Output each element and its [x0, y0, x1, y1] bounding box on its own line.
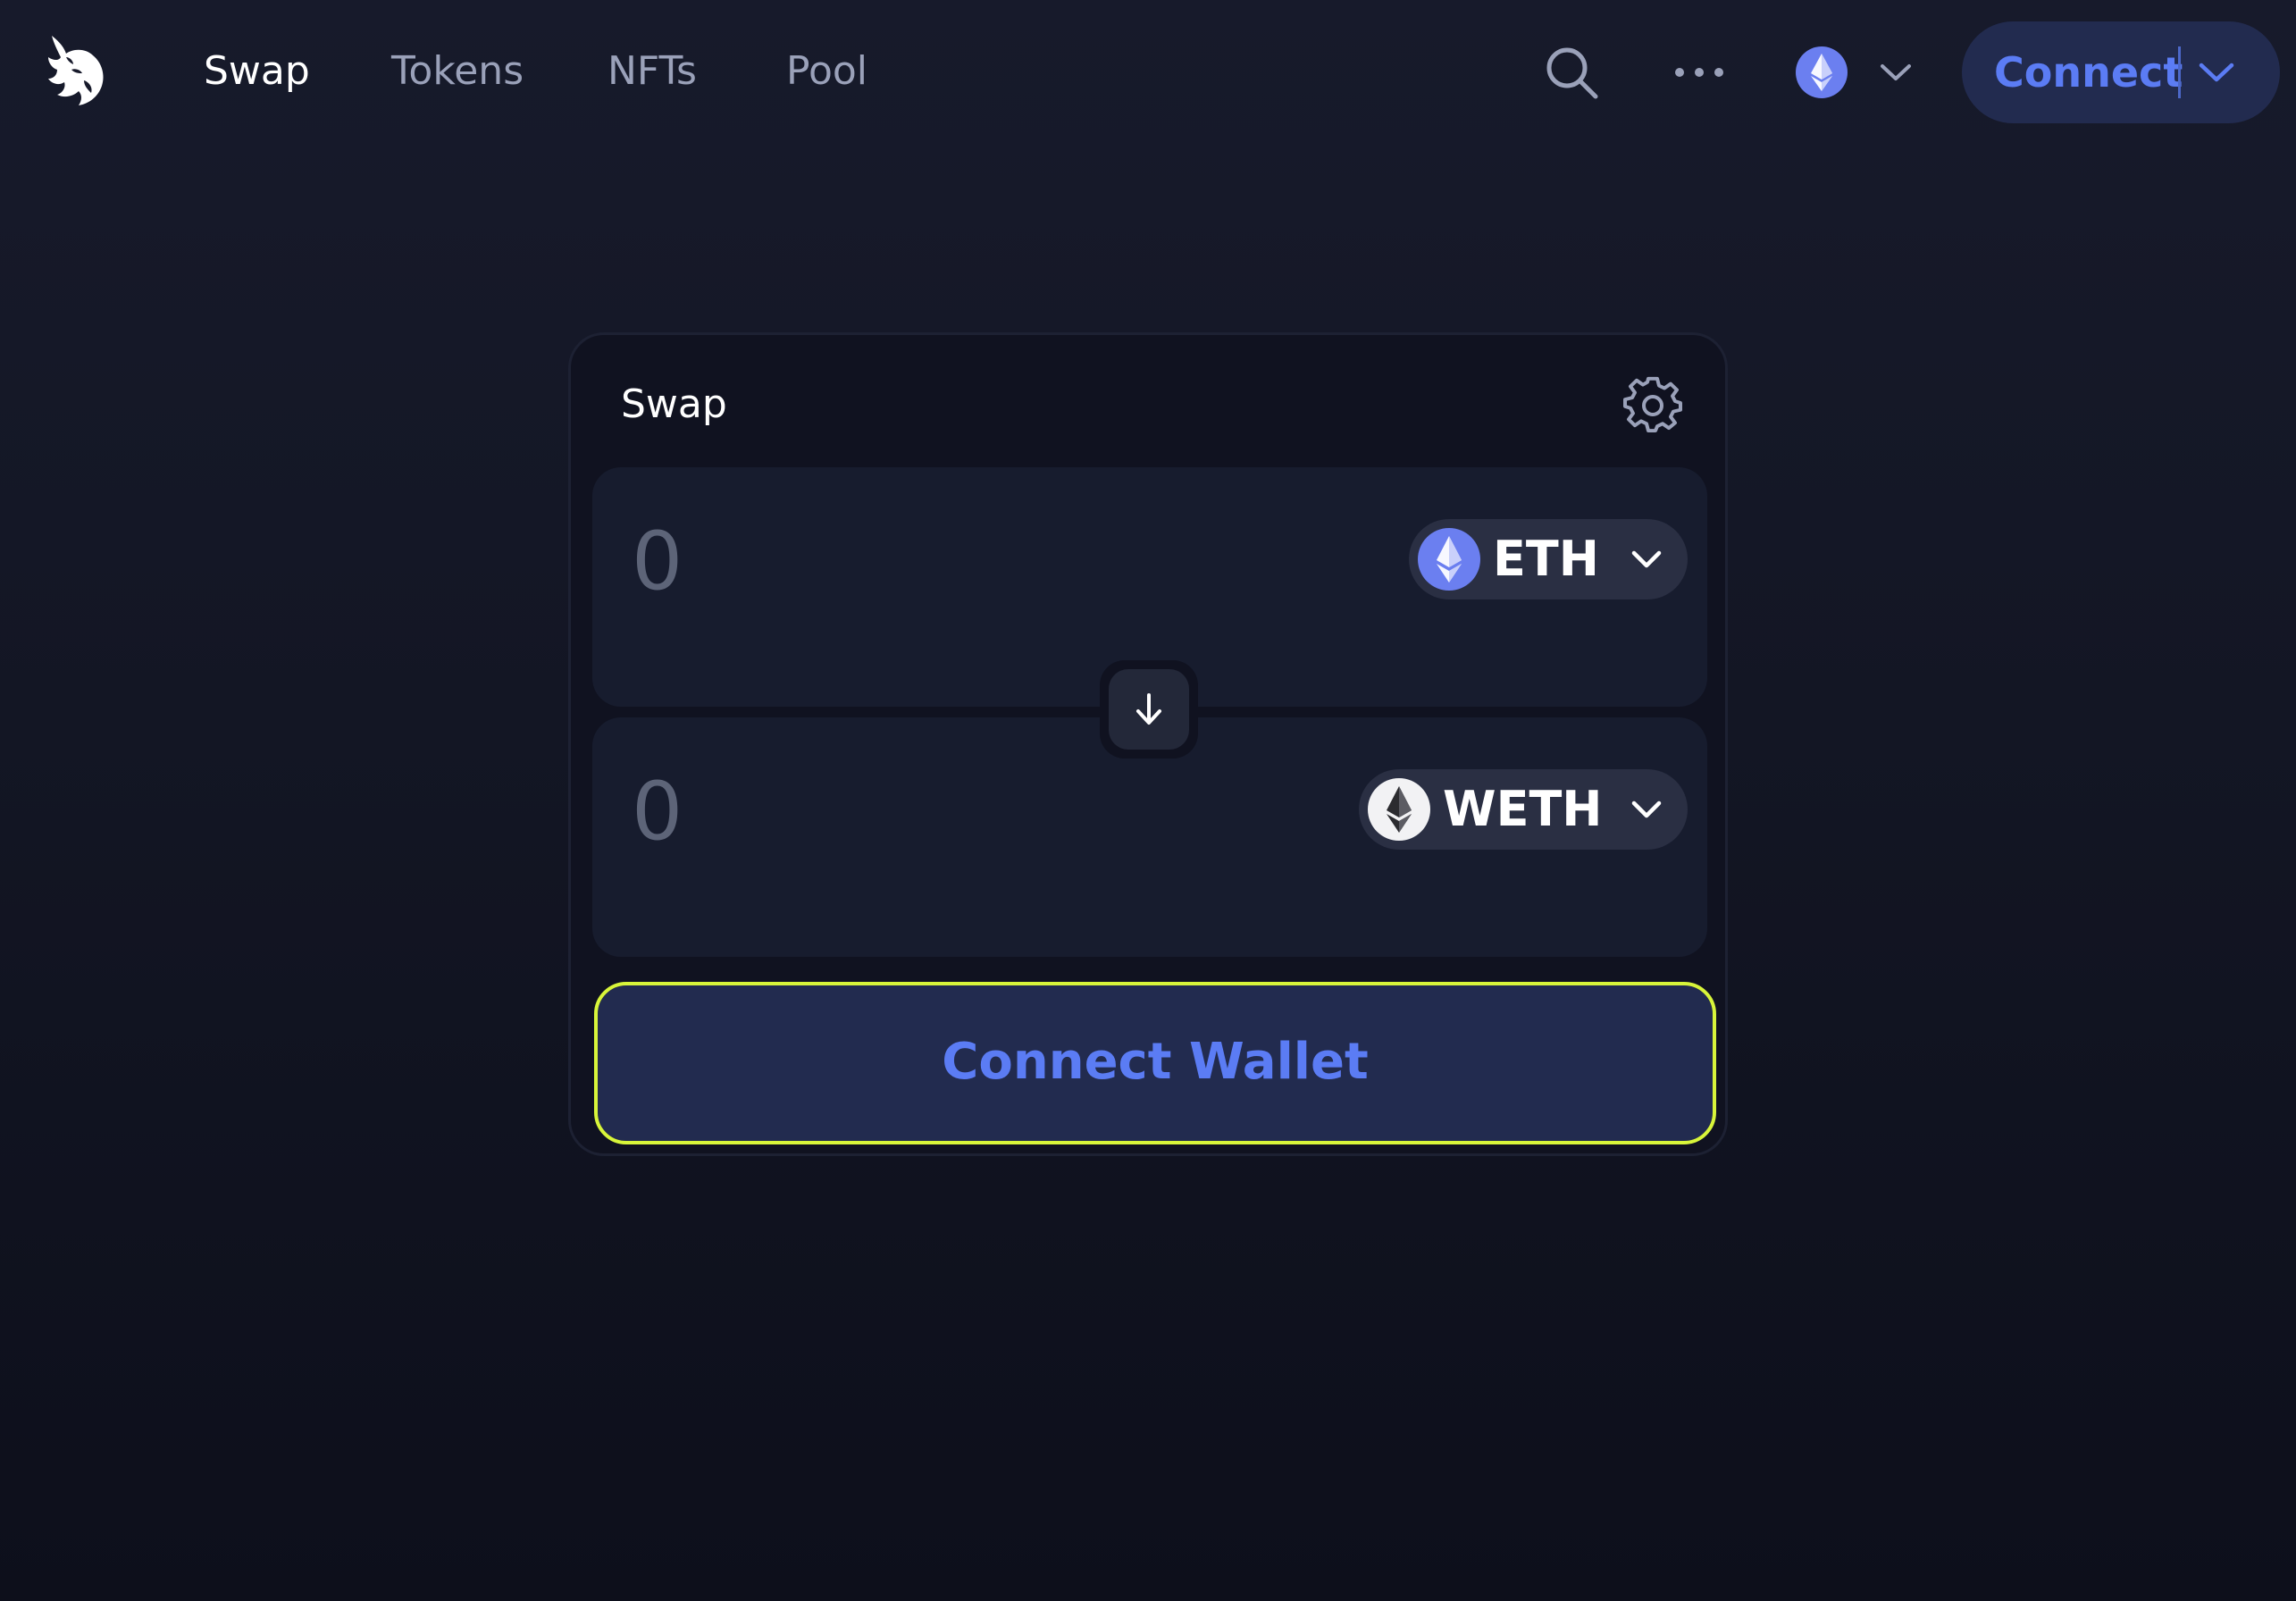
sell-token-selector[interactable]: ETH: [1409, 519, 1688, 599]
switch-tokens-button[interactable]: [1100, 660, 1198, 759]
switch-tokens-button-inner: [1109, 669, 1189, 750]
connect-wallet-label: Connect Wallet: [942, 1033, 1369, 1091]
nav-link-swap[interactable]: Swap: [204, 45, 310, 98]
top-nav: Swap Tokens NFTs Pool Connect: [0, 0, 2296, 147]
search-icon[interactable]: [1544, 45, 1599, 100]
chevron-down-icon[interactable]: [2196, 57, 2237, 88]
swap-card: Swap ETH: [568, 332, 1728, 1156]
uniswap-logo-icon[interactable]: [34, 30, 118, 114]
connect-button-label: Connect: [1994, 48, 2183, 96]
connect-button-divider: [2178, 46, 2181, 98]
buy-token-symbol: WETH: [1443, 781, 1603, 837]
connect-button[interactable]: Connect: [1962, 21, 2280, 123]
chevron-down-icon: [1629, 546, 1664, 573]
arrow-down-icon: [1136, 693, 1161, 725]
nav-link-pool[interactable]: Pool: [786, 45, 867, 98]
weth-icon: [1368, 778, 1430, 841]
sell-token-symbol: ETH: [1493, 531, 1599, 587]
swap-card-title: Swap: [621, 381, 727, 427]
ethereum-icon: [1418, 528, 1480, 591]
buy-token-selector[interactable]: WETH: [1359, 769, 1688, 850]
gear-icon[interactable]: [1623, 376, 1682, 435]
chevron-down-icon: [1629, 796, 1664, 823]
sell-amount-input[interactable]: [632, 512, 1257, 610]
chevron-down-icon: [1878, 59, 1914, 86]
nav-link-nfts[interactable]: NFTs: [608, 45, 697, 98]
nav-link-tokens[interactable]: Tokens: [391, 45, 524, 98]
network-selector[interactable]: [1789, 39, 1923, 105]
ethereum-icon: [1796, 46, 1848, 98]
buy-amount-input[interactable]: [632, 762, 1257, 860]
connect-wallet-button[interactable]: Connect Wallet: [594, 982, 1716, 1144]
more-horizontal-icon[interactable]: [1672, 52, 1726, 93]
